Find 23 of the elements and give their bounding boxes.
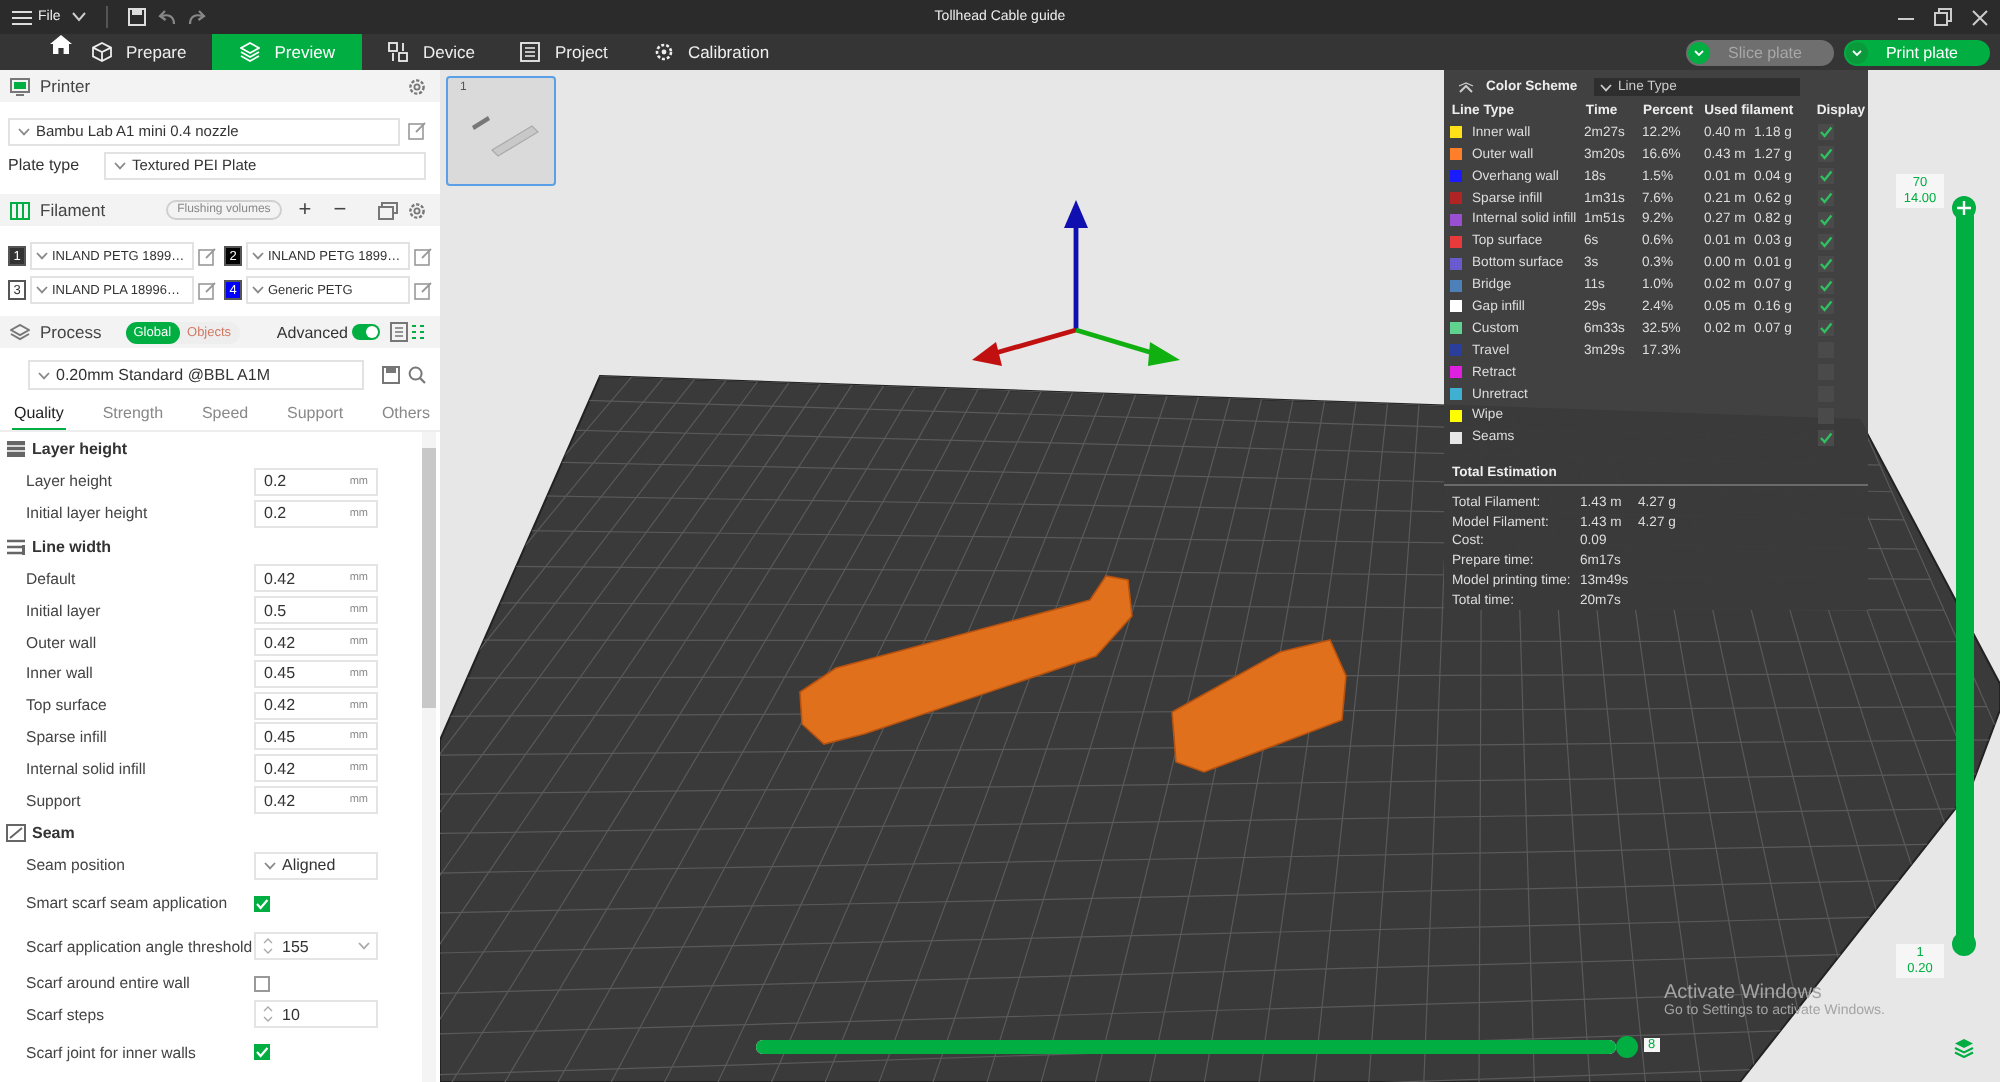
field-label: Plate type xyxy=(8,156,82,174)
select-field[interactable]: Aligned xyxy=(254,851,378,880)
spin-field[interactable]: 155 xyxy=(254,932,378,961)
settings-tab[interactable]: Quality xyxy=(12,398,66,430)
settings-tab[interactable]: Speed xyxy=(199,398,251,430)
group-title: Seam xyxy=(32,823,75,842)
settings-tab[interactable]: Others xyxy=(379,398,432,430)
section-title: Process xyxy=(40,322,102,342)
add-button[interactable]: + xyxy=(292,200,318,220)
toolbar-tab[interactable]: Project xyxy=(500,34,628,70)
group-title: Layer height xyxy=(32,440,128,458)
remove-button[interactable]: − xyxy=(327,200,353,220)
toolbar-tab[interactable]: Calibration xyxy=(633,34,790,70)
section-title: Printer xyxy=(40,76,91,96)
settings-tab[interactable]: Strength xyxy=(100,398,166,430)
toolbar-tab[interactable]: Prepare xyxy=(72,34,207,70)
field-label: Advanced xyxy=(276,323,348,341)
settings-tab[interactable]: Support xyxy=(285,398,346,430)
section-title: Filament xyxy=(40,200,106,220)
group-title: Line width xyxy=(32,537,112,556)
spin-field[interactable]: 10 xyxy=(254,1000,378,1029)
toolbar-tab[interactable]: Device xyxy=(368,34,495,70)
preset-dropdown[interactable]: 0.20mm Standard @BBL A1M xyxy=(28,360,364,390)
